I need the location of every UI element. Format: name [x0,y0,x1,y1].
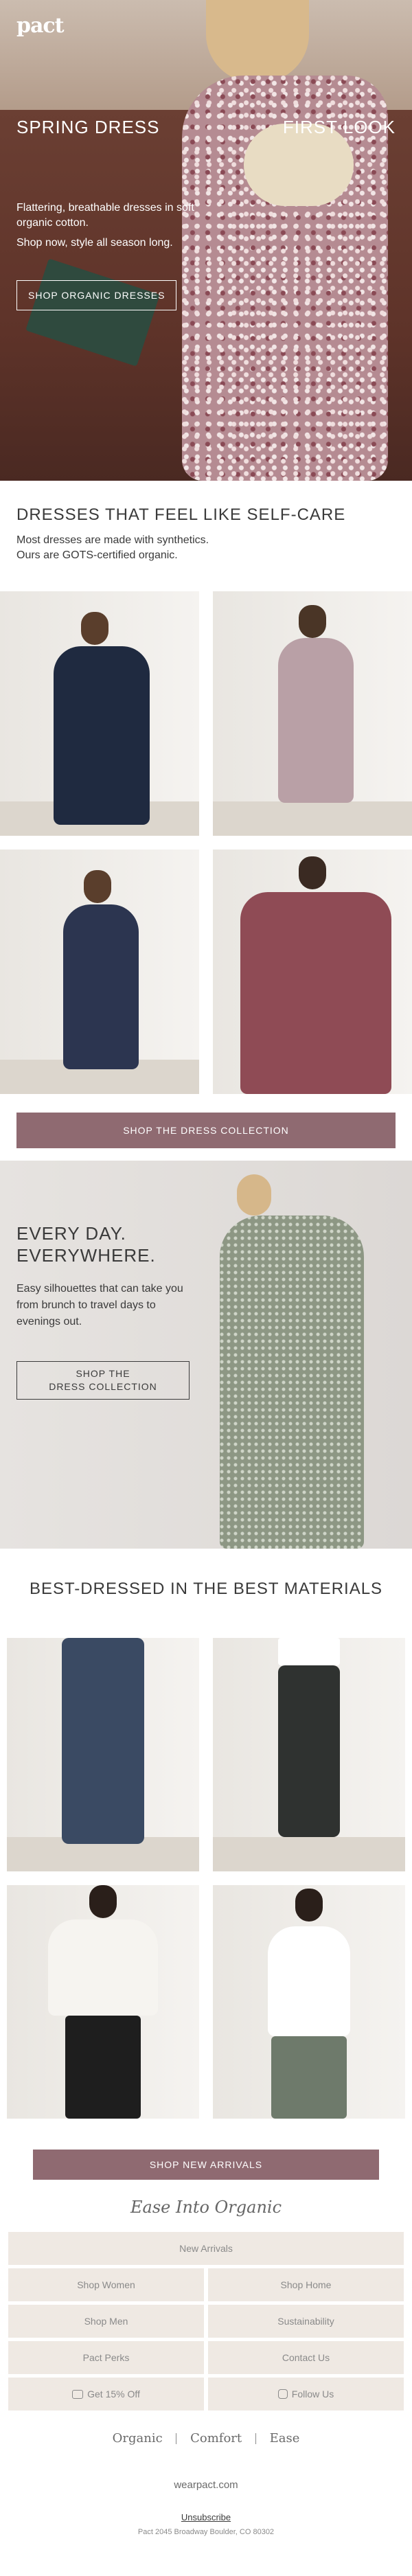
everyday-title-line-1: EVERY DAY. [16,1223,126,1244]
sage-pants [271,2036,347,2119]
unsubscribe-link[interactable]: Unsubscribe [0,2512,412,2522]
website-link[interactable]: wearpact.com [0,2479,412,2491]
white-tee [48,1919,158,2016]
footer-link-shop-women[interactable]: Shop Women [8,2268,204,2301]
dresses-section-title: DRESSES THAT FEEL LIKE SELF-CARE [16,505,346,524]
footer-link-follow-us[interactable]: Follow Us [208,2378,404,2410]
product-image-white-tee[interactable] [7,1885,199,2119]
hero-subtext: Flattering, breathable dresses in soft o… [16,202,194,229]
materials-section-title: BEST-DRESSED IN THE BEST MATERIALS [29,1580,383,1598]
product-image-wrap-dress-floral[interactable] [213,591,412,836]
shop-dress-collection-button[interactable]: SHOP THE DRESS COLLECTION [16,1113,396,1148]
shop-organic-dresses-button[interactable]: SHOP ORGANIC DRESSES [16,280,177,310]
black-pants [65,2016,141,2119]
footer-link-shop-home[interactable]: Shop Home [208,2268,404,2301]
model-head [299,605,326,638]
tagline-organic: Organic [112,2431,163,2446]
model-head [84,870,111,903]
follow-us-label: Follow Us [291,2389,334,2400]
product-image-wrap-dress-navy[interactable] [0,591,199,836]
chat-bubble-icon [72,2389,84,2399]
model-head [237,1174,271,1216]
product-image-black-joggers[interactable] [213,1638,405,1871]
footer-link-get-15-off[interactable]: Get 15% Off [8,2378,204,2410]
hero-headline-right: FIRST LOOK [282,117,396,137]
product-image-wrap-dress-striped[interactable] [0,850,199,1094]
footer-link-sustainability[interactable]: Sustainability [208,2305,404,2338]
everyday-title-line-2: EVERYWHERE. [16,1245,156,1266]
hero-headline-left: SPRING DRESS [16,117,160,137]
rose-flared-dress [240,892,391,1094]
hero-subtext-2: Shop now, style all season long. [16,237,173,249]
footer-link-shop-men[interactable]: Shop Men [8,2305,204,2338]
hero-banner[interactable]: pact SPRING DRESS FIRST LOOK Flattering,… [0,0,412,481]
tagline-ease: Ease [269,2431,300,2446]
navy-wrap-dress [54,646,150,825]
footer-tagline: Organic Comfort Ease [0,2431,412,2446]
shop-new-arrivals-button[interactable]: SHOP NEW ARRIVALS [33,2150,379,2180]
dresses-section-subtext: Most dresses are made with synthetics. O… [16,533,209,563]
instagram-icon [277,2389,288,2400]
company-address: Pact 2045 Broadway Boulder, CO 80302 [137,2528,275,2536]
tile-floor [213,1837,405,1871]
green-wrap-dress-image[interactable] [220,1216,364,1549]
product-image-navy-joggers[interactable] [7,1638,199,1871]
tagline-comfort: Comfort [190,2431,242,2446]
footer-link-new-arrivals[interactable]: New Arrivals [8,2232,404,2265]
model-head [295,1889,323,1922]
model-head [81,612,108,645]
dresses-line-1: Most dresses are made with synthetics. [16,534,209,546]
everyday-title: EVERY DAY. EVERYWHERE. [16,1222,156,1266]
model-head [89,1885,117,1918]
email-page: pact SPRING DRESS FIRST LOOK Flattering,… [0,0,412,2576]
footer-link-pact-perks[interactable]: Pact Perks [8,2341,204,2374]
product-image-wrap-dress-rose[interactable] [213,850,412,1094]
black-joggers [278,1665,340,1837]
striped-tshirt-dress [63,904,139,1069]
everyday-body: Easy silhouettes that can take you from … [16,1283,183,1327]
white-tank [268,1926,350,2036]
everyday-section: EVERY DAY. EVERYWHERE. Easy silhouettes … [0,1161,412,1549]
shop-the-dress-collection-button[interactable]: SHOP THE DRESS COLLECTION [16,1361,190,1400]
model-head [299,856,326,889]
cta-line-1: SHOP THE [76,1368,130,1379]
dresses-line-2: Ours are GOTS-certified organic. [16,549,178,561]
brand-logo[interactable]: pact [16,14,65,38]
cta-line-2: DRESS COLLECTION [49,1381,157,1392]
get-15-off-label: Get 15% Off [87,2389,140,2400]
footer-link-contact-us[interactable]: Contact Us [208,2341,404,2374]
tagline-divider [255,2433,256,2444]
floral-midi-dress [278,638,354,803]
tile-floor [213,801,412,836]
navy-lounge-set [62,1638,144,1844]
footer-heading: Ease Into Organic [130,2198,282,2217]
product-image-white-tank[interactable] [213,1885,405,2119]
white-top [278,1638,340,1665]
